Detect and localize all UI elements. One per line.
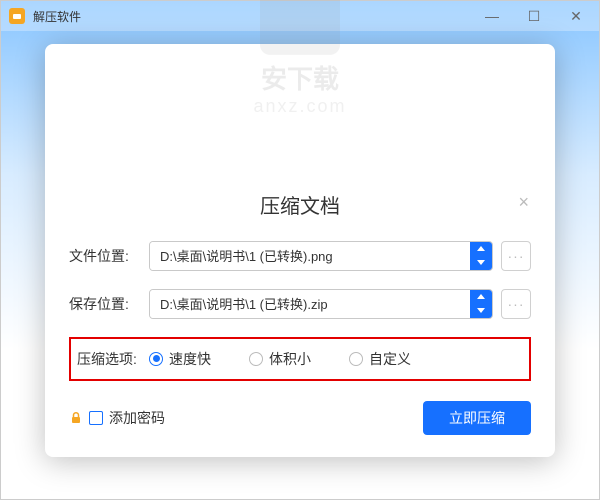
close-icon[interactable]: × bbox=[518, 192, 529, 213]
radio-label: 自定义 bbox=[369, 349, 411, 369]
add-password-group: 添加密码 bbox=[69, 408, 165, 428]
compress-options-group: 速度快 体积小 自定义 bbox=[149, 349, 411, 369]
stepper-down-icon[interactable] bbox=[470, 256, 492, 270]
file-location-input-wrap bbox=[149, 241, 493, 271]
dialog-title: 压缩文档 bbox=[69, 190, 531, 219]
radio-custom[interactable]: 自定义 bbox=[349, 349, 411, 369]
file-location-input[interactable] bbox=[150, 242, 470, 270]
compress-options-highlight: 压缩选项: 速度快 体积小 自定义 bbox=[69, 337, 531, 381]
add-password-label[interactable]: 添加密码 bbox=[109, 408, 165, 428]
watermark-url: anxz.com bbox=[69, 95, 531, 116]
save-location-row: 保存位置: ··· bbox=[69, 289, 531, 319]
radio-speed-fast[interactable]: 速度快 bbox=[149, 349, 211, 369]
stepper-down-icon[interactable] bbox=[470, 304, 492, 318]
compress-dialog: 安下载 anxz.com 压缩文档 × 文件位置: bbox=[45, 44, 555, 457]
file-location-browse-button[interactable]: ··· bbox=[501, 241, 531, 271]
save-location-input[interactable] bbox=[150, 290, 470, 318]
radio-label: 速度快 bbox=[169, 349, 211, 369]
save-location-browse-button[interactable]: ··· bbox=[501, 289, 531, 319]
save-location-stepper bbox=[470, 290, 492, 318]
modal-overlay: 安下载 anxz.com 压缩文档 × 文件位置: bbox=[1, 1, 599, 499]
radio-icon bbox=[349, 352, 363, 366]
app-window: 解压软件 — ☐ ✕ 解压软件 安下载 anxz.com 压缩文档 × 文件位置… bbox=[0, 0, 600, 500]
compress-options-label: 压缩选项: bbox=[77, 349, 149, 369]
file-location-label: 文件位置: bbox=[69, 246, 141, 266]
compress-options-row: 压缩选项: 速度快 体积小 自定义 bbox=[77, 349, 523, 369]
file-location-row: 文件位置: ··· bbox=[69, 241, 531, 271]
radio-label: 体积小 bbox=[269, 349, 311, 369]
dialog-header: 压缩文档 × bbox=[69, 190, 531, 219]
save-location-label: 保存位置: bbox=[69, 294, 141, 314]
stepper-up-icon[interactable] bbox=[470, 290, 492, 304]
add-password-checkbox[interactable] bbox=[89, 411, 103, 425]
radio-icon bbox=[149, 352, 163, 366]
radio-small-size[interactable]: 体积小 bbox=[249, 349, 311, 369]
stepper-up-icon[interactable] bbox=[470, 242, 492, 256]
save-location-input-wrap bbox=[149, 289, 493, 319]
file-location-stepper bbox=[470, 242, 492, 270]
lock-icon bbox=[69, 411, 83, 425]
compress-button[interactable]: 立即压缩 bbox=[423, 401, 531, 435]
radio-icon bbox=[249, 352, 263, 366]
watermark: 安下载 anxz.com bbox=[69, 0, 531, 116]
watermark-bag-icon bbox=[260, 0, 340, 54]
dialog-footer: 添加密码 立即压缩 bbox=[69, 401, 531, 435]
watermark-text: 安下载 bbox=[69, 58, 531, 95]
